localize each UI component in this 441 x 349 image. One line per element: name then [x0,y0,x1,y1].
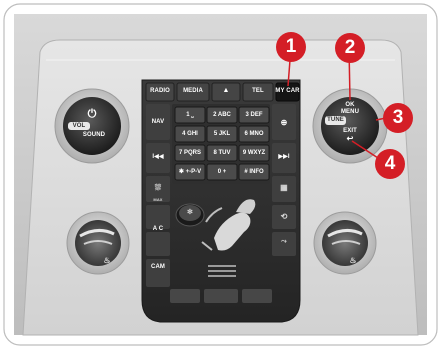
bottom-buttons [170,289,272,303]
keypad-key-label: 0 + [217,169,227,175]
callout-4: 4 [375,149,405,179]
skip-back-button[interactable]: I◀◀ [146,154,170,161]
keypad-key-label: 6 MNO [244,131,264,137]
keypad-key-label: 2 ABC [213,112,231,118]
vol-label: VOL [72,123,86,129]
keypad-key-label: 3 DEF [245,112,263,118]
callout-1: 1 [276,32,306,62]
menu-label[interactable]: MENU [338,109,362,116]
callout-2: 2 [335,33,365,63]
center-console-diagram: RADIO MEDIA ▲ TEL MY CAR NAV I◀◀ ⊕ ▶▶I ⛆… [0,0,441,349]
left-climate-knob [66,211,130,275]
cam-button[interactable]: CAM [146,264,170,271]
ac-button[interactable]: A C [146,226,170,233]
keypad-key-label: 4 GHI [182,131,198,137]
defrost-front-icon[interactable]: ⛆ [146,184,170,192]
fan-icon[interactable]: ✻ [180,209,200,216]
seat-heat-icon[interactable]: ♨ [100,257,114,265]
keypad-key-label: # INFO [244,169,264,175]
callout-3: 3 [383,103,413,133]
sound-button[interactable]: SOUND [80,132,108,139]
eject-icon[interactable]: ▲ [212,87,240,94]
radio-button[interactable]: RADIO [146,88,174,95]
seat-heat-icon[interactable]: ♨ [346,257,360,265]
keypad-key-label: 7 PQRS [178,150,201,156]
keypad-key-label: 9 WXYZ [242,150,266,156]
power-icon[interactable]: ⏻ [82,108,102,120]
back-icon[interactable]: ↩ [340,135,360,143]
defrost-rear-icon[interactable]: ▦ [272,184,296,192]
left-knob-assembly [54,88,130,164]
tel-button[interactable]: TEL [243,88,273,95]
right-knob-assembly [312,88,388,164]
right-climate-knob [313,211,377,275]
my-car-button[interactable]: MY CAR [274,88,301,95]
keypad-key-label: 1 ⎵ [186,112,194,118]
tune-label[interactable]: TUNE [325,117,346,124]
globe-icon[interactable]: ⊕ [272,119,296,127]
skip-forward-button[interactable]: ▶▶I [272,154,296,161]
max-label: MAX [153,197,163,202]
keypad-key-label: ✱ +-P-V [178,169,202,175]
recirc-icon[interactable]: ⟲ [272,213,296,221]
nav-button[interactable]: NAV [146,119,170,126]
airflow-seat-icon[interactable]: ⤳ [272,238,296,245]
keypad-key-label: 5 JKL [213,131,231,137]
keypad-key-label: 8 TUV [213,150,231,156]
ok-label[interactable]: OK [340,102,360,109]
media-button[interactable]: MEDIA [177,88,209,95]
